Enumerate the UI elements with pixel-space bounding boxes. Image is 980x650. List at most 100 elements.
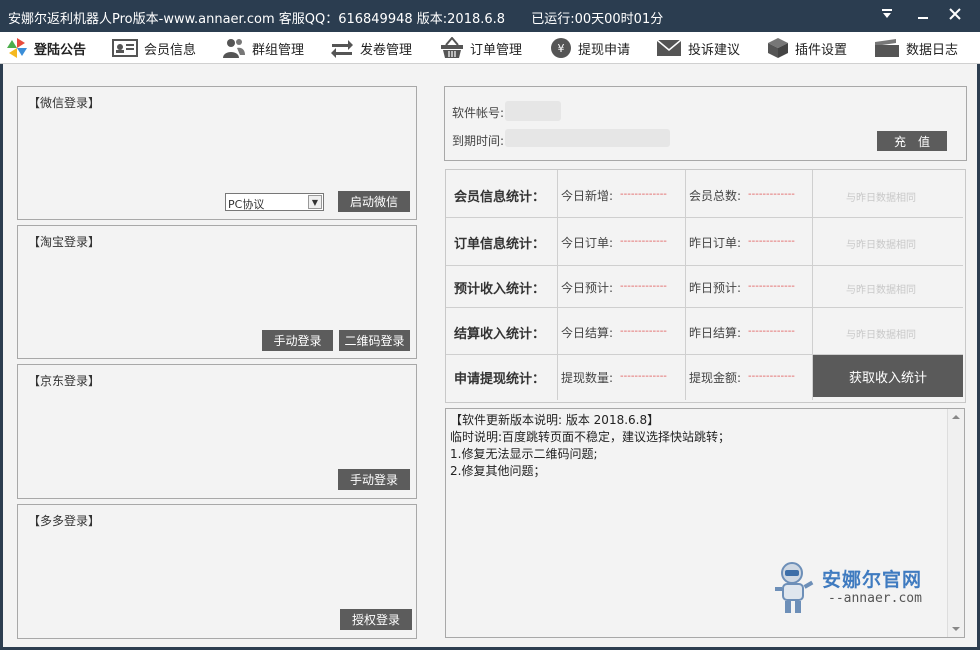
recharge-button[interactable]: 充 值 [877, 131, 947, 151]
stats-row-withdraw: 申请提现统计： 提现数量: ------------- 提现金额: ------… [446, 354, 963, 400]
stats-value: ------------- [620, 189, 667, 200]
menu-item-data-log[interactable]: 数据日志 [874, 32, 958, 64]
notes-line: 【软件更新版本说明: 版本 2018.6.8】 [450, 413, 660, 427]
stats-value: ------------- [748, 326, 795, 337]
chevron-down-icon[interactable]: ▼ [308, 195, 322, 209]
scroll-down-icon[interactable] [949, 622, 963, 636]
id-card-icon [112, 39, 138, 57]
stats-compare-note: 与昨日数据相同 [846, 240, 916, 251]
notes-line: 2.修复其他问题； [450, 464, 546, 478]
account-value-redacted [505, 101, 561, 121]
stats-row-order: 订单信息统计： 今日订单: ------------- 昨日订单: ------… [446, 217, 963, 266]
transfer-arrows-icon [331, 40, 353, 58]
account-panel: 软件帐号: 到期时间: 充 值 [444, 86, 967, 161]
users-icon [223, 39, 245, 58]
wechat-login-panel: 【微信登录】 PC协议 ▼ 启动微信 [17, 86, 417, 220]
menu-item-coupon-manage[interactable]: 发卷管理 [330, 32, 412, 64]
window-title-text: 安娜尔返利机器人Pro版本-www.annaer.com 客服QQ：616849… [8, 12, 506, 27]
menu-label: 会员信息 [144, 42, 197, 58]
menu-item-plugin-settings[interactable]: 插件设置 [767, 32, 847, 64]
watermark-url: --annaer.com [828, 591, 922, 606]
title-bar: 安娜尔返利机器人Pro版本-www.annaer.com 客服QQ：616849… [0, 0, 980, 32]
stats-value: ------------- [620, 236, 667, 247]
stats-key: 昨日结算: [689, 326, 742, 340]
stats-row-member: 会员信息统计： 今日新增: ------------- 会员总数: ------… [446, 170, 963, 218]
stats-value: ------------- [748, 236, 795, 247]
stats-compare-note: 与昨日数据相同 [846, 285, 916, 296]
notes-line: 1.修复无法显示二维码问题; [450, 447, 598, 461]
stats-key: 今日新增: [561, 189, 614, 203]
taobao-login-panel: 【淘宝登录】 手动登录 二维码登录 [17, 225, 417, 359]
stats-key: 今日预计: [561, 281, 614, 295]
svg-text:¥: ¥ [558, 42, 565, 55]
window-title: 安娜尔返利机器人Pro版本-www.annaer.com 客服QQ：616849… [8, 8, 663, 27]
stats-row-label: 预计收入统计： [454, 282, 546, 297]
runtime-text: 已运行:00天00时01分 [531, 12, 664, 27]
jd-manual-login-button[interactable]: 手动登录 [338, 469, 410, 490]
menu-label: 数据日志 [906, 42, 959, 58]
menu-item-member-info[interactable]: 会员信息 [112, 32, 196, 64]
menu-label: 登陆公告 [34, 42, 87, 58]
stats-row-settle: 结算收入统计： 今日结算: ------------- 昨日结算: ------… [446, 307, 963, 355]
stats-table: 会员信息统计： 今日新增: ------------- 会员总数: ------… [445, 169, 966, 403]
basket-icon [441, 37, 463, 58]
expire-value-redacted [505, 129, 670, 147]
menu-label: 插件设置 [795, 42, 848, 58]
pdd-login-panel: 【多多登录】 授权登录 [17, 504, 417, 639]
pdd-login-title: 【多多登录】 [28, 514, 101, 528]
protocol-select[interactable]: PC协议 ▼ [225, 193, 324, 211]
jd-login-panel: 【京东登录】 手动登录 [17, 364, 417, 499]
stats-key: 昨日订单: [689, 236, 742, 250]
menu-item-group-manage[interactable]: 群组管理 [222, 32, 304, 64]
menu-label: 提现申请 [578, 42, 631, 58]
menu-label: 群组管理 [252, 42, 305, 58]
watermark-brand: 安娜尔官网 [822, 569, 923, 591]
start-wechat-button[interactable]: 启动微信 [338, 191, 410, 212]
menu-dropdown-icon[interactable] [874, 4, 900, 28]
menu-item-withdraw-apply[interactable]: ¥ 提现申请 [550, 32, 630, 64]
close-icon[interactable] [942, 4, 968, 28]
column-divider [812, 170, 813, 400]
pdd-authorize-login-button[interactable]: 授权登录 [340, 609, 412, 630]
stats-key: 今日结算: [561, 326, 614, 340]
pinwheel-icon [7, 38, 27, 58]
stats-value: ------------- [748, 189, 795, 200]
robot-mascot-icon [775, 562, 814, 613]
stats-compare-note: 与昨日数据相同 [846, 193, 916, 204]
menu-item-login-notice[interactable]: 登陆公告 [6, 32, 86, 64]
expire-label: 到期时间: [452, 134, 505, 148]
protocol-select-value: PC协议 [228, 198, 265, 211]
stats-key: 会员总数: [689, 189, 742, 203]
update-notes-box[interactable]: 【软件更新版本说明: 版本 2018.6.8】 临时说明:百度跳转页面不稳定，建… [445, 408, 965, 638]
cube-icon [768, 38, 788, 58]
stats-value: ------------- [748, 281, 795, 292]
stats-row-estimate: 预计收入统计： 今日预计: ------------- 昨日预计: ------… [446, 265, 963, 308]
taobao-manual-login-button[interactable]: 手动登录 [262, 330, 333, 351]
column-divider [685, 170, 686, 400]
menu-bar: 登陆公告 会员信息 群组管理 发卷管理 订单管理 ¥ 提现申请 投诉建议 插件设… [0, 32, 980, 64]
stats-value: ------------- [620, 281, 667, 292]
stats-row-label: 结算收入统计： [454, 327, 546, 342]
stats-key: 今日订单: [561, 236, 614, 250]
stats-value: ------------- [620, 371, 667, 382]
stats-value: ------------- [748, 371, 795, 382]
wechat-login-title: 【微信登录】 [28, 96, 101, 110]
stats-value: ------------- [620, 326, 667, 337]
notes-scrollbar[interactable] [947, 409, 964, 637]
scroll-up-icon[interactable] [949, 410, 963, 424]
column-divider [557, 170, 558, 400]
folder-icon [875, 39, 899, 57]
taobao-qr-login-button[interactable]: 二维码登录 [339, 330, 410, 351]
menu-label: 订单管理 [470, 42, 523, 58]
mail-icon [656, 39, 682, 56]
menu-item-order-manage[interactable]: 订单管理 [440, 32, 522, 64]
menu-item-complaint[interactable]: 投诉建议 [656, 32, 740, 64]
get-income-stats-button[interactable]: 获取收入统计 [813, 355, 963, 397]
jd-login-title: 【京东登录】 [28, 374, 101, 388]
menu-label: 投诉建议 [688, 42, 741, 58]
yen-coin-icon: ¥ [551, 38, 571, 58]
minimize-icon[interactable] [910, 4, 936, 28]
notes-line: 临时说明:百度跳转页面不稳定，建议选择快站跳转； [450, 430, 731, 444]
stats-key: 昨日预计: [689, 281, 742, 295]
menu-label: 发卷管理 [360, 42, 413, 58]
